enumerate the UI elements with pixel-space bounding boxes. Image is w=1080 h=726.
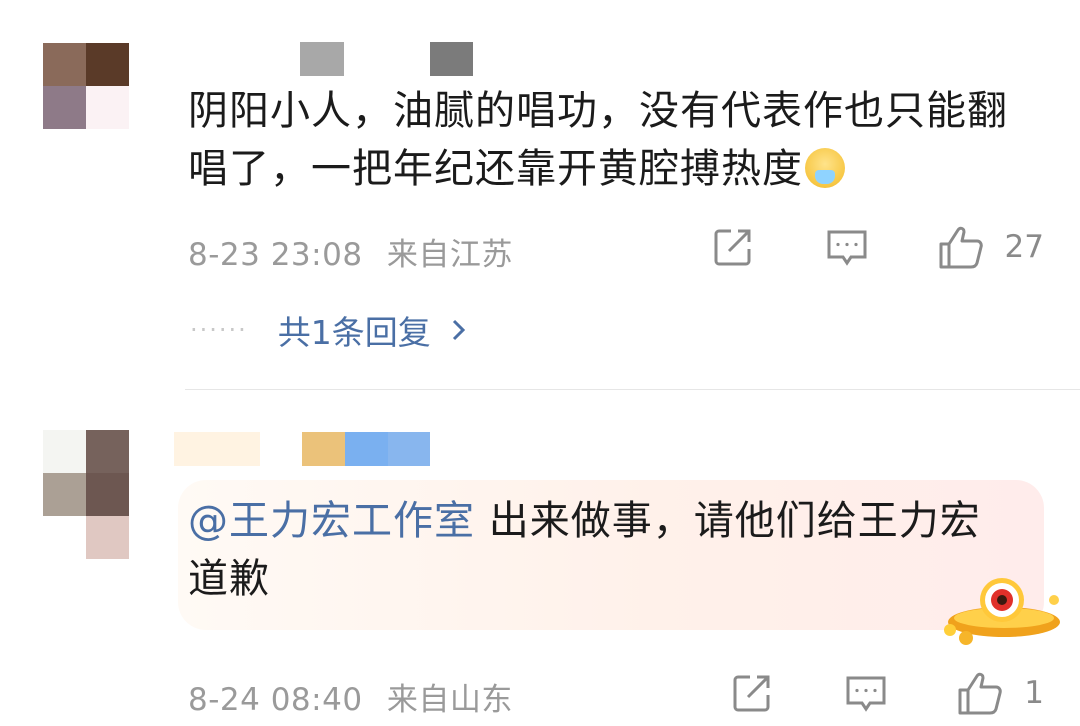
- comment-meta: 8-24 08:40 来自山东: [188, 674, 513, 719]
- timestamp: 8-23 23:08: [188, 237, 363, 273]
- comment-actions: 27: [711, 224, 1044, 270]
- avatar-pixel: [43, 516, 86, 559]
- share-icon: [733, 675, 770, 712]
- comment-button[interactable]: [844, 671, 888, 715]
- username-badge[interactable]: [388, 432, 430, 466]
- chevron-right-icon: [452, 319, 465, 341]
- avatar[interactable]: [43, 43, 129, 129]
- share-button[interactable]: [711, 225, 755, 269]
- username[interactable]: [174, 432, 260, 466]
- thumbs-up-icon: [939, 226, 983, 269]
- vomiting-face-icon: [805, 148, 845, 188]
- comment-text: 阴阳小人，油腻的唱功，没有代表作也只能翻唱了，一把年纪还靠开黄腔搏热度: [188, 82, 1044, 198]
- avatar-pixel: [86, 430, 129, 473]
- username[interactable]: [300, 42, 344, 76]
- comment-meta: 8-23 23:08 来自江苏: [188, 229, 513, 274]
- avatar-pixel: [86, 86, 129, 129]
- comment-item: @王力宏工作室 出来做事，请他们给王力宏道歉 8-24 08:40 来自山东 1: [0, 390, 1080, 726]
- like-button[interactable]: 1: [956, 670, 1044, 716]
- comment-item: 阴阳小人，油腻的唱功，没有代表作也只能翻唱了，一把年纪还靠开黄腔搏热度 8-23…: [0, 0, 1080, 390]
- golden-ufo-sticker: [944, 578, 1060, 645]
- comment-button[interactable]: [825, 225, 869, 269]
- like-count: 1: [1024, 675, 1044, 711]
- dots-icon: ······: [190, 316, 248, 344]
- comment-actions: 1: [730, 670, 1044, 716]
- share-button[interactable]: [730, 671, 774, 715]
- avatar-pixel: [43, 43, 86, 86]
- avatar-pixel: [86, 43, 129, 86]
- thumbs-up-icon: [958, 672, 1003, 715]
- avatar-pixel: [43, 473, 86, 516]
- location: 来自江苏: [386, 237, 513, 273]
- like-button[interactable]: 27: [937, 224, 1044, 270]
- timestamp: 8-24 08:40: [188, 682, 363, 718]
- comment-icon: [827, 230, 867, 266]
- share-icon: [714, 229, 751, 266]
- avatar-pixel: [86, 473, 129, 516]
- replies-label: 共1条回复: [277, 313, 431, 352]
- avatar[interactable]: [43, 430, 129, 559]
- replies-link[interactable]: ······ 共1条回复: [190, 306, 469, 354]
- location: 来自山东: [386, 682, 513, 718]
- comment-body: 阴阳小人，油腻的唱功，没有代表作也只能翻唱了，一把年纪还靠开黄腔搏热度: [188, 88, 1008, 192]
- username[interactable]: [430, 42, 473, 76]
- avatar-pixel: [43, 86, 86, 129]
- mention-link[interactable]: @王力宏工作室: [188, 498, 475, 544]
- username-badge[interactable]: [302, 432, 345, 466]
- like-count: 27: [1004, 229, 1044, 265]
- comment-text: @王力宏工作室 出来做事，请他们给王力宏道歉: [188, 492, 1010, 608]
- username-badge[interactable]: [345, 432, 388, 466]
- avatar-pixel: [86, 516, 129, 559]
- comment-icon: [846, 676, 886, 712]
- avatar-pixel: [43, 430, 86, 473]
